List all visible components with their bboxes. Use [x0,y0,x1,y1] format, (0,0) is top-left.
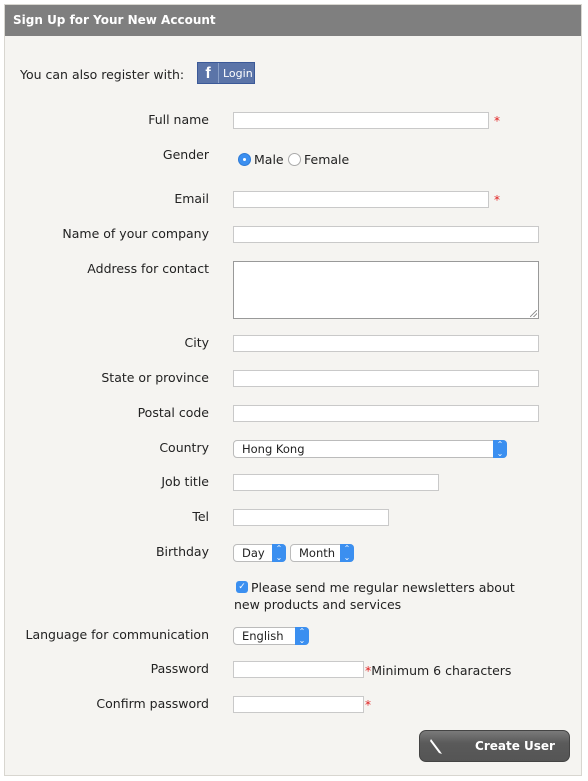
postal-code-label: Postal code [137,405,209,420]
social-register-label: You can also register with: [20,67,185,82]
job-title-label: Job title [161,474,209,489]
company-input[interactable] [233,226,539,243]
select-arrows-icon: ⌃ ⌄ [340,544,354,562]
required-marker: * [365,698,371,712]
address-label: Address for contact [87,261,209,276]
select-arrows-icon: ⌃ ⌄ [493,440,507,458]
password-label: Password [150,661,209,676]
language-select[interactable]: English ⌃ ⌄ [233,627,309,645]
facebook-icon: f [198,63,219,83]
job-title-input[interactable] [233,474,439,491]
state-label: State or province [101,370,209,385]
address-textarea[interactable] [233,261,539,319]
full-name-label: Full name [148,112,209,127]
birthday-label: Birthday [155,544,209,559]
select-arrows-icon: ⌃ ⌄ [295,627,309,645]
newsletter-label: Please send me regular newsletters about… [234,580,515,612]
required-marker: * [494,193,500,207]
confirm-password-input[interactable] [233,696,364,713]
create-user-button[interactable]: Create User [419,730,570,762]
full-name-input[interactable] [233,112,489,129]
city-input[interactable] [233,335,539,352]
birthday-month-select[interactable]: Month ⌃ ⌄ [290,544,354,562]
password-input[interactable] [233,661,364,678]
birthday-day-select[interactable]: Day ⌃ ⌄ [233,544,286,562]
pencil-icon [430,739,442,754]
facebook-login-label: Login [223,67,253,80]
email-input[interactable] [233,191,489,208]
password-hint-text: Minimum 6 characters [371,663,512,678]
country-select[interactable]: Hong Kong ⌃ ⌄ [233,440,507,458]
gender-female-radio[interactable] [288,153,301,166]
gender-male-label: Male [254,152,284,167]
language-label: Language for communication [25,627,210,642]
select-arrows-icon: ⌃ ⌄ [272,544,286,562]
company-label: Name of your company [62,226,209,241]
gender-female-label: Female [304,152,350,167]
facebook-login-button[interactable]: f Login [197,62,255,84]
create-user-label: Create User [475,739,555,753]
tel-label: Tel [192,509,209,524]
resize-grip-icon[interactable] [530,310,537,317]
required-marker: * [494,114,500,128]
email-label: Email [174,191,209,206]
birthday-day-value: Day [242,546,265,560]
postal-code-input[interactable] [233,405,539,422]
country-label: Country [159,440,209,455]
city-label: City [184,335,210,350]
password-hint: *Minimum 6 characters [365,663,511,678]
language-value: English [242,629,284,643]
tel-input[interactable] [233,509,389,526]
gender-label: Gender [162,147,209,162]
confirm-password-label: Confirm password [96,696,209,711]
page-title: Sign Up for Your New Account [5,5,581,36]
country-value: Hong Kong [242,442,305,456]
gender-male-radio[interactable] [238,153,251,166]
birthday-month-value: Month [299,546,336,560]
state-input[interactable] [233,370,539,387]
